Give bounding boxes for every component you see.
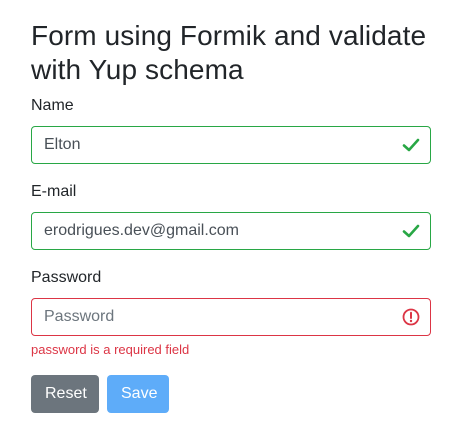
error-circle-icon (402, 308, 420, 326)
check-icon (402, 138, 420, 152)
page-title: Form using Formik and validate with Yup … (31, 20, 427, 85)
email-input[interactable] (31, 212, 431, 250)
name-label: Name (31, 97, 74, 114)
password-field-wrapper (31, 298, 431, 336)
reset-button[interactable]: Reset (31, 375, 99, 413)
password-input[interactable] (31, 298, 431, 336)
check-icon (402, 224, 420, 238)
save-button[interactable]: Save (107, 375, 169, 413)
name-input[interactable] (31, 126, 431, 164)
password-label: Password (31, 269, 102, 286)
email-label: E-mail (31, 183, 77, 200)
password-error-message: password is a required field (31, 342, 190, 357)
email-field-wrapper (31, 212, 431, 250)
name-field-wrapper (31, 126, 431, 164)
form-container: Form using Formik and validate with Yup … (31, 19, 431, 87)
